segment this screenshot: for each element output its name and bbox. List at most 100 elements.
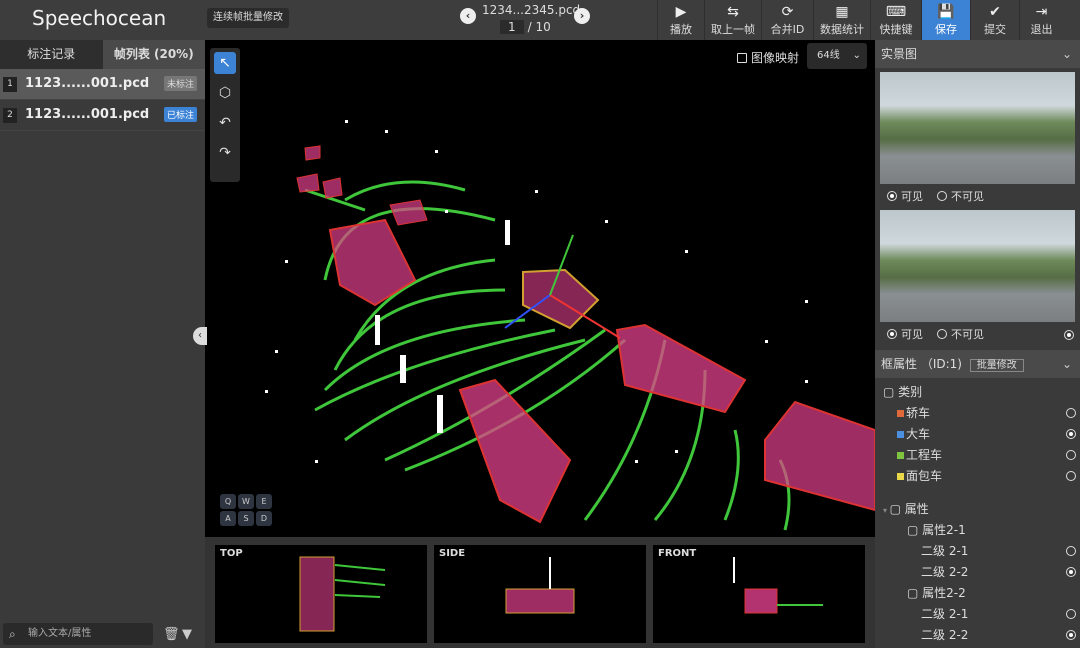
filter-icon[interactable]: ▼: [182, 627, 192, 642]
chevron-down-icon: ⌄: [853, 43, 861, 69]
radio-visible[interactable]: [887, 191, 897, 201]
class-option[interactable]: 大车: [883, 424, 1080, 445]
group-label: 属性2-1: [922, 523, 966, 537]
radio-label: 可见: [901, 328, 923, 341]
undo-icon[interactable]: ↶: [214, 112, 236, 134]
radio-button[interactable]: [1066, 408, 1076, 418]
sync-icon: ⟳: [762, 3, 813, 21]
radio-button[interactable]: [1066, 429, 1076, 439]
option-label: 二级 2-2: [921, 628, 968, 642]
box-attr-title: 框属性 （ID:1): [881, 357, 962, 371]
frame-row[interactable]: 1 1123......001.pcd 未标注: [0, 69, 205, 100]
view-label: TOP: [220, 548, 243, 559]
attribute-group: ▢ 属性2-1: [883, 520, 1080, 541]
radio-button[interactable]: [1066, 609, 1076, 619]
batch-edit-button[interactable]: 批量修改: [970, 359, 1024, 372]
frame-name: 1123......001.pcd: [25, 107, 149, 122]
toolbar-button-1[interactable]: ⇆取上一帧: [704, 0, 761, 40]
class-label: 工程车: [906, 448, 942, 462]
category-heading: ▢ 类别: [883, 382, 1080, 403]
category-label: 类别: [898, 385, 922, 399]
cube-icon[interactable]: ⬡: [214, 82, 236, 104]
radio-extra[interactable]: [1064, 330, 1074, 340]
radio-invisible[interactable]: [937, 191, 947, 201]
class-option[interactable]: 面包车: [883, 466, 1080, 487]
key-s[interactable]: S: [238, 511, 254, 526]
toolbar-button-7[interactable]: ⇥退出: [1019, 0, 1063, 40]
toolbar-button-4[interactable]: ⌨快捷键: [870, 0, 921, 40]
radio-button[interactable]: [1066, 630, 1076, 640]
toolbar-button-5[interactable]: 💾保存: [921, 0, 970, 40]
pointcloud-canvas[interactable]: [205, 40, 875, 537]
radio-button[interactable]: [1066, 450, 1076, 460]
attribute-option[interactable]: 二级 2-2: [883, 625, 1080, 646]
lines-value: 64线: [817, 50, 840, 61]
chart-icon: ▦: [814, 3, 870, 21]
side-view[interactable]: SIDE: [434, 545, 646, 643]
attribute-option[interactable]: 二级 2-1: [883, 604, 1080, 625]
key-w[interactable]: W: [238, 494, 254, 509]
top-view[interactable]: TOP: [215, 545, 427, 643]
folder-icon: ▢: [907, 523, 922, 537]
toolbar-label: 合并ID: [762, 21, 813, 37]
pointcloud-viewport[interactable]: ↖ ⬡ ↶ ↷ 图像映射 64线 ⌄ QWE ASD: [205, 40, 875, 537]
search-input[interactable]: ⌕输入文本/属性: [3, 623, 153, 645]
option-label: 二级 2-2: [921, 565, 968, 579]
attribute-option[interactable]: 二级 2-2: [883, 562, 1080, 583]
toolbar-button-0[interactable]: ▶播放: [657, 0, 704, 40]
tab-annotation-log[interactable]: 标注记录: [0, 40, 103, 69]
color-swatch: [897, 473, 904, 480]
key-q[interactable]: Q: [220, 494, 236, 509]
prev-frame-icon[interactable]: ‹: [460, 8, 476, 24]
radio-label: 不可见: [951, 190, 984, 203]
image-map-checkbox[interactable]: 图像映射: [737, 49, 799, 66]
status-badge: 未标注: [164, 76, 197, 91]
collapse-left-icon[interactable]: ‹: [193, 327, 207, 345]
toolbar-button-2[interactable]: ⟳合并ID: [761, 0, 813, 40]
scene-title: 实景图: [881, 47, 917, 61]
toolbar-label: 数据统计: [814, 21, 870, 37]
class-label: 轿车: [906, 406, 930, 420]
next-frame-icon[interactable]: ›: [574, 8, 590, 24]
save-icon: 💾: [922, 3, 970, 21]
radio-button[interactable]: [1066, 546, 1076, 556]
image-map-label: 图像映射: [751, 51, 799, 65]
trash-icon[interactable]: 🗑: [163, 627, 180, 642]
frame-row[interactable]: 2 1123......001.pcd 已标注: [0, 100, 205, 131]
attribute-heading: ▾ ▢ 属性: [883, 499, 1080, 520]
scene-header[interactable]: 实景图⌄: [875, 40, 1080, 68]
class-option[interactable]: 工程车: [883, 445, 1080, 466]
view-label: FRONT: [658, 548, 696, 559]
key-e[interactable]: E: [256, 494, 272, 509]
attribute-group: ▢ 属性2-2: [883, 583, 1080, 604]
view-label: SIDE: [439, 548, 465, 559]
group-label: 属性2-2: [922, 586, 966, 600]
radio-visible[interactable]: [887, 329, 897, 339]
color-swatch: [897, 410, 904, 417]
chevron-down-icon[interactable]: ⌄: [1062, 350, 1072, 378]
radio-invisible[interactable]: [937, 329, 947, 339]
box-attr-header: 框属性 （ID:1) 批量修改 ⌄: [875, 350, 1080, 378]
key-a[interactable]: A: [220, 511, 236, 526]
visibility-radio-1: 可见 不可见: [875, 188, 1080, 206]
batch-edit-button[interactable]: 连续帧批量修改: [207, 8, 289, 28]
front-view[interactable]: FRONT: [653, 545, 865, 643]
tab-frame-list[interactable]: 帧列表 (20%): [103, 40, 206, 69]
toolbar-label: 提交: [971, 21, 1019, 37]
toolbar-button-6[interactable]: ✔提交: [970, 0, 1019, 40]
class-option[interactable]: 轿车: [883, 403, 1080, 424]
key-d[interactable]: D: [256, 511, 272, 526]
folder-icon: ▢: [883, 385, 898, 399]
left-panel: 标注记录 帧列表 (20%) 1 1123......001.pcd 未标注 2…: [0, 40, 205, 648]
lines-select[interactable]: 64线 ⌄: [807, 43, 867, 69]
redo-icon[interactable]: ↷: [214, 142, 236, 164]
page-input[interactable]: 1: [500, 20, 524, 34]
folder-icon: ▢: [890, 502, 905, 516]
frame-number: 1: [3, 77, 17, 92]
select-arrow-icon[interactable]: ↖: [214, 52, 236, 74]
toolbar-button-3[interactable]: ▦数据统计: [813, 0, 870, 40]
attribute-option[interactable]: 二级 2-1: [883, 541, 1080, 562]
radio-button[interactable]: [1066, 567, 1076, 577]
frame-number: 2: [3, 108, 17, 123]
radio-button[interactable]: [1066, 471, 1076, 481]
